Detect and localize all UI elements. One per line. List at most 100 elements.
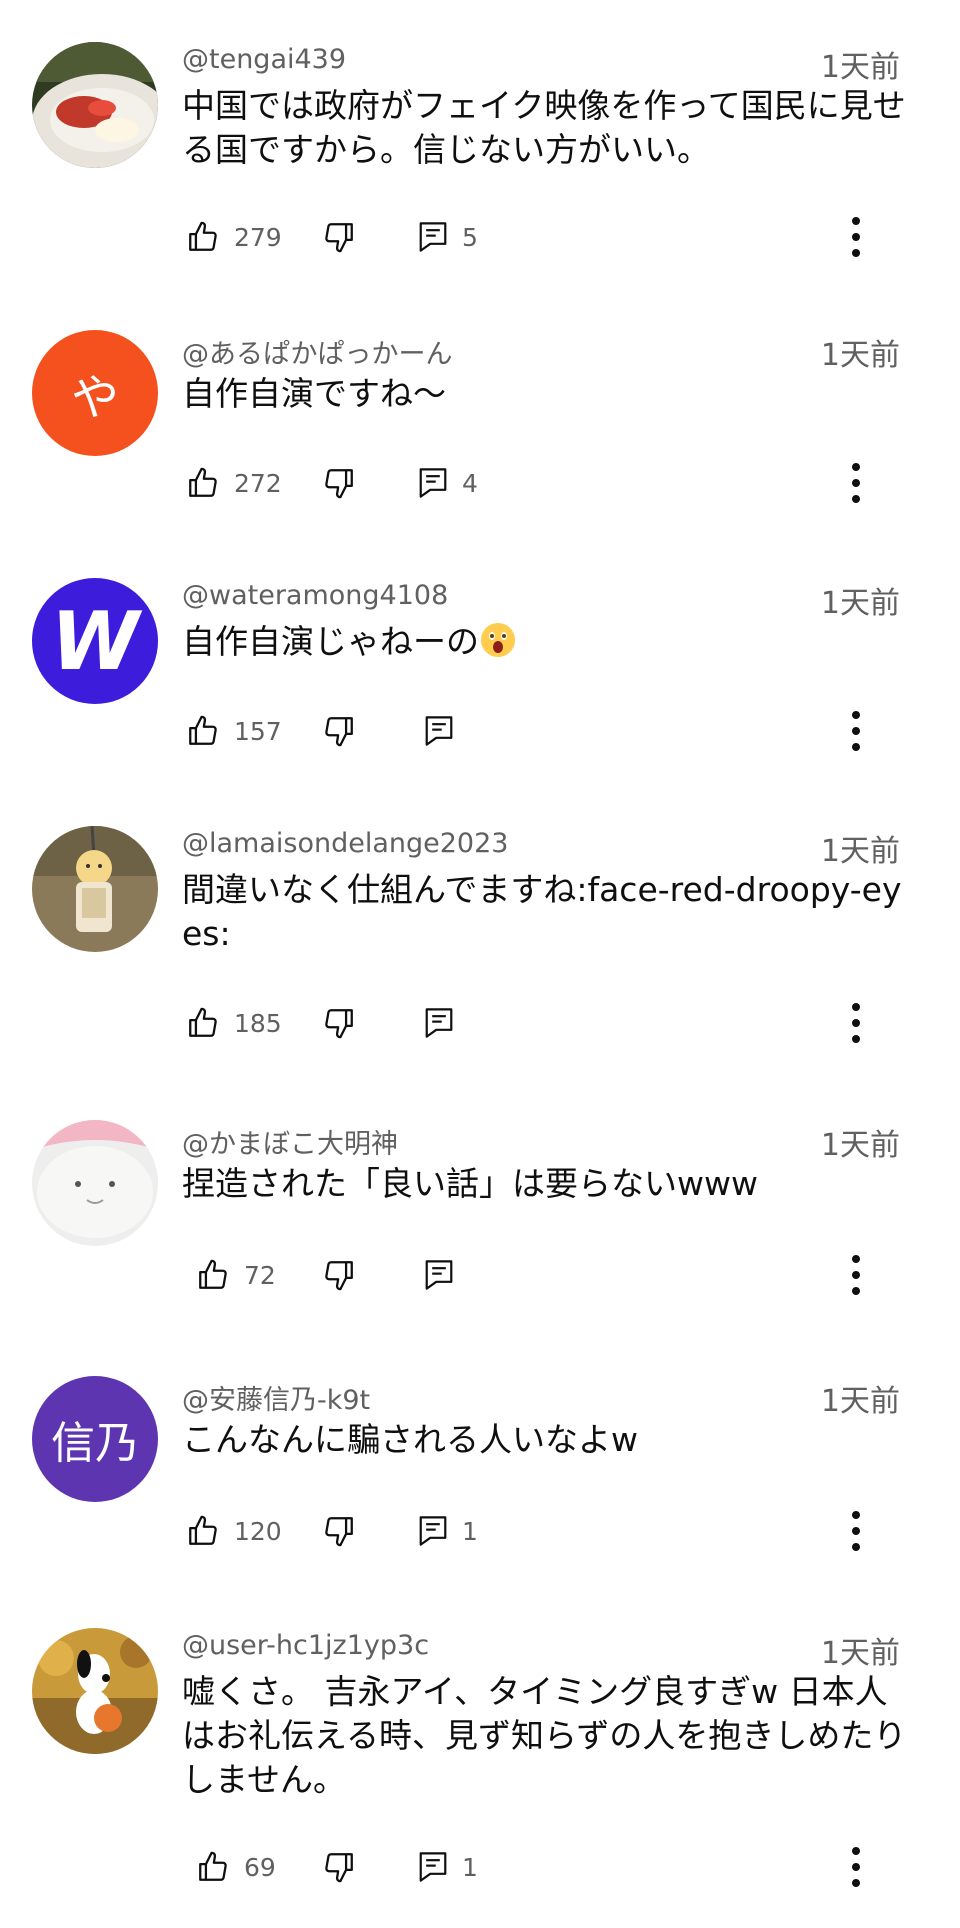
- reply-count: 1: [462, 1852, 478, 1882]
- dislike-button[interactable]: [322, 998, 356, 1048]
- avatar[interactable]: [32, 42, 158, 168]
- reply-button[interactable]: 1: [418, 1842, 478, 1892]
- reply-button[interactable]: [424, 706, 454, 756]
- dislike-button[interactable]: [322, 706, 356, 756]
- comment-text: 自作自演じゃねーの: [182, 620, 910, 664]
- comment-actions: 279 5: [0, 212, 960, 262]
- like-count: 272: [234, 468, 282, 498]
- comment-actions: 272 4: [0, 458, 960, 508]
- more-vertical-icon: [850, 1509, 862, 1553]
- comment-actions: 157: [0, 706, 960, 756]
- more-vertical-icon: [850, 215, 862, 259]
- avatar[interactable]: や: [32, 330, 158, 456]
- thumb-up-icon: [196, 1258, 230, 1292]
- like-button[interactable]: 157: [186, 706, 282, 756]
- avatar[interactable]: [32, 826, 158, 952]
- like-button[interactable]: 72: [196, 1250, 276, 1300]
- more-vertical-icon: [850, 1001, 862, 1045]
- thumb-up-icon: [186, 1006, 220, 1040]
- thumb-up-icon: [186, 1514, 220, 1548]
- comment-time: 1天前: [820, 50, 900, 85]
- more-vertical-icon: [850, 709, 862, 753]
- comment-author[interactable]: @wateramong4108: [182, 580, 448, 611]
- comment-actions: 185: [0, 998, 960, 1048]
- more-vertical-icon: [850, 461, 862, 505]
- comment-actions: 72: [0, 1250, 960, 1300]
- like-button[interactable]: 120: [186, 1506, 282, 1556]
- surprised-face-icon: [479, 621, 517, 659]
- comment-time: 1天前: [820, 834, 900, 869]
- avatar[interactable]: [32, 1120, 158, 1246]
- like-button[interactable]: 185: [186, 998, 282, 1048]
- comment-icon: [418, 466, 448, 500]
- thumb-up-icon: [186, 466, 220, 500]
- comment-actions: 69 1: [0, 1842, 960, 1892]
- thumb-up-icon: [196, 1850, 230, 1884]
- like-button[interactable]: 69: [196, 1842, 276, 1892]
- comment-author[interactable]: @かまぼこ大明神: [182, 1122, 398, 1161]
- avatar[interactable]: 信乃: [32, 1376, 158, 1502]
- more-button[interactable]: [850, 1506, 862, 1556]
- like-count: 157: [234, 716, 282, 746]
- thumb-down-icon: [322, 1514, 356, 1548]
- avatar[interactable]: [32, 1628, 158, 1754]
- thumb-down-icon: [322, 714, 356, 748]
- like-count: 72: [244, 1260, 276, 1290]
- comment-time: 1天前: [820, 338, 900, 373]
- comment-author[interactable]: @user-hc1jz1yp3c: [182, 1630, 429, 1661]
- dislike-button[interactable]: [322, 1506, 356, 1556]
- like-count: 279: [234, 222, 282, 252]
- more-button[interactable]: [850, 998, 862, 1048]
- comment-icon: [424, 1258, 454, 1292]
- comment-text: 自作自演ですね～: [182, 374, 446, 413]
- like-count: 120: [234, 1516, 282, 1546]
- comment-text: 中国では政府がフェイク映像を作って国民に見せる国ですから。信じない方がいい。: [182, 86, 906, 169]
- more-vertical-icon: [850, 1253, 862, 1297]
- comment-icon: [424, 714, 454, 748]
- comment-author[interactable]: @あるぱかぱっかーん: [182, 332, 453, 371]
- reply-button[interactable]: [424, 998, 454, 1048]
- more-button[interactable]: [850, 1250, 862, 1300]
- dislike-button[interactable]: [322, 1250, 356, 1300]
- comment-time: 1天前: [820, 1384, 900, 1419]
- like-button[interactable]: 272: [186, 458, 282, 508]
- reply-button[interactable]: 4: [418, 458, 478, 508]
- comment-icon: [424, 1006, 454, 1040]
- dislike-button[interactable]: [322, 212, 356, 262]
- more-button[interactable]: [850, 1842, 862, 1892]
- reply-count: 5: [462, 222, 478, 252]
- comment-text: 捏造された「良い話」は要らないwww: [182, 1164, 758, 1203]
- comment-icon: [418, 1514, 448, 1548]
- thumb-up-icon: [186, 220, 220, 254]
- comment-text: こんなんに騙される人いなよw: [182, 1420, 638, 1459]
- thumb-down-icon: [322, 220, 356, 254]
- reply-button[interactable]: 5: [418, 212, 478, 262]
- more-button[interactable]: [850, 212, 862, 262]
- reply-count: 4: [462, 468, 478, 498]
- comment-text: 間違いなく仕組んでますね:face-red-droopy-eyes:: [182, 870, 902, 953]
- dislike-button[interactable]: [322, 458, 356, 508]
- comment-actions: 120 1: [0, 1506, 960, 1556]
- comment-time: 1天前: [820, 586, 900, 621]
- more-button[interactable]: [850, 706, 862, 756]
- thumb-up-icon: [186, 714, 220, 748]
- comment-author[interactable]: @lamaisondelange2023: [182, 828, 508, 859]
- thumb-down-icon: [322, 1258, 356, 1292]
- more-button[interactable]: [850, 458, 862, 508]
- avatar-letter: 信乃: [32, 1376, 158, 1502]
- comment-icon: [418, 220, 448, 254]
- reply-button[interactable]: [424, 1250, 454, 1300]
- dislike-button[interactable]: [322, 1842, 356, 1892]
- thumb-down-icon: [322, 1006, 356, 1040]
- like-count: 69: [244, 1852, 276, 1882]
- comment-author[interactable]: @tengai439: [182, 44, 346, 75]
- avatar-letter: や: [32, 330, 158, 456]
- reply-button[interactable]: 1: [418, 1506, 478, 1556]
- avatar[interactable]: W: [32, 578, 158, 704]
- more-vertical-icon: [850, 1845, 862, 1889]
- reply-count: 1: [462, 1516, 478, 1546]
- like-button[interactable]: 279: [186, 212, 282, 262]
- comment-icon: [418, 1850, 448, 1884]
- comment-author[interactable]: @安藤信乃-k9t: [182, 1378, 370, 1417]
- comment-text-body: 自作自演じゃねーの: [182, 622, 479, 661]
